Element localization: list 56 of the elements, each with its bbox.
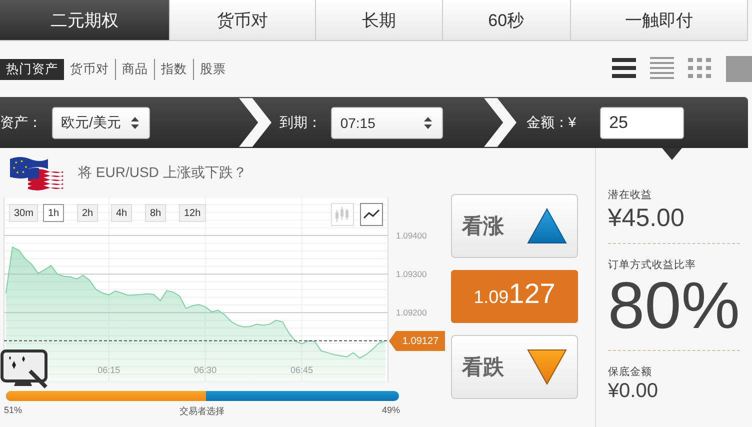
- updown-caret-icon: [424, 116, 432, 128]
- tab[interactable]: 一触即付: [570, 0, 748, 41]
- timeframe-button[interactable]: 2h: [77, 204, 98, 222]
- timeframe-button[interactable]: 8h: [145, 204, 166, 222]
- candlestick-icon: [334, 206, 351, 223]
- amount-label: 金额：¥: [526, 114, 576, 132]
- axis-tick-label: 1.09400: [396, 230, 427, 241]
- up-triangle-icon: [527, 208, 567, 244]
- timeframe-button[interactable]: 1h: [43, 204, 64, 222]
- flags-icon: [8, 154, 64, 190]
- category-link[interactable]: 热门资产: [0, 58, 64, 80]
- floor-amount-value: ¥0.00: [608, 381, 659, 401]
- call-button[interactable]: 看涨: [451, 194, 578, 258]
- down-triangle-icon: [527, 349, 567, 385]
- timeframe-button[interactable]: 30m: [9, 204, 38, 222]
- timeframe-button[interactable]: 4h: [111, 204, 132, 222]
- question-text: 将 EUR/USD 上涨或下跌？: [78, 164, 247, 182]
- axis-tick-label: 06:15: [98, 365, 120, 375]
- tab[interactable]: 长期: [316, 0, 443, 41]
- tile-icon: [726, 56, 752, 82]
- potential-profit-label: 潜在收益: [608, 188, 653, 202]
- floor-amount-label: 保底金额: [608, 365, 653, 379]
- timeframe-button[interactable]: 12h: [179, 204, 206, 222]
- payout-rate-label: 订单方式收益比率: [608, 258, 697, 272]
- list-icon: [612, 56, 636, 80]
- put-button[interactable]: 看跌: [451, 335, 578, 399]
- list-icon: [650, 56, 674, 80]
- category-link[interactable]: 指数: [154, 58, 193, 80]
- asset-select[interactable]: 欧元/美元: [52, 106, 150, 138]
- expiry-label: 到期：: [279, 114, 322, 132]
- down-percent: 49%: [382, 405, 400, 417]
- tab[interactable]: 二元期权: [0, 0, 170, 41]
- category-link[interactable]: 商品: [115, 58, 154, 80]
- pointer-icon: [662, 148, 682, 160]
- axis-tick-label: 1.09300: [396, 269, 427, 280]
- category-link[interactable]: 货币对: [64, 58, 115, 80]
- chevron-separator: [238, 97, 274, 148]
- asset-label: 资产：: [0, 114, 42, 132]
- tab[interactable]: 60秒: [442, 0, 571, 41]
- category-link[interactable]: 股票: [193, 58, 232, 80]
- payout-rate-value: 80%: [608, 272, 740, 338]
- potential-profit-value: ¥45.00: [608, 206, 686, 231]
- chevron-separator: [484, 97, 518, 148]
- price-tag: 1.09127: [389, 331, 445, 351]
- axis-tick-label: 1.09200: [396, 308, 427, 318]
- axis-tick-label: 06:45: [290, 365, 314, 375]
- expiry-select[interactable]: 07:15: [331, 106, 444, 138]
- tab[interactable]: 货币对: [170, 0, 316, 41]
- up-percent: 51%: [4, 405, 22, 417]
- sentiment-caption: 交易者选择: [180, 405, 224, 418]
- updown-caret-icon: [131, 116, 139, 128]
- current-price: 1.09127: [451, 270, 578, 323]
- amount-field[interactable]: 25: [600, 106, 684, 138]
- axis-tick-label: 06:30: [194, 365, 217, 375]
- chart-type-button[interactable]: [360, 203, 383, 226]
- grid-icon: [688, 56, 712, 80]
